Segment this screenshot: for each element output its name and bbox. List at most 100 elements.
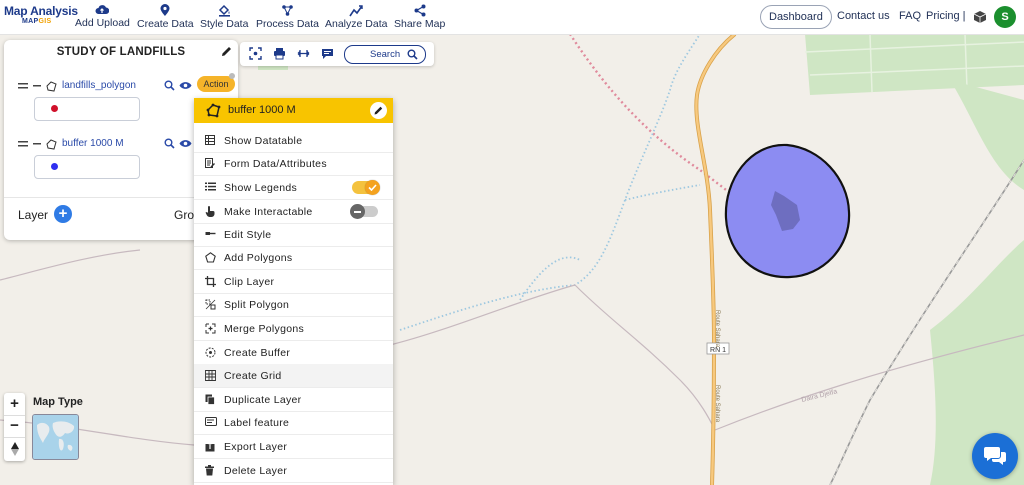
layer-context-menu: buffer 1000 M Show Datatable Form Data/A…	[194, 98, 393, 485]
zoom-control: + −	[4, 393, 25, 461]
nav-label: Analyze Data	[325, 18, 388, 30]
faq-link[interactable]: FAQ	[899, 10, 921, 22]
rename-layer-button[interactable]	[370, 102, 387, 119]
menu-item-label: Create Grid	[224, 370, 282, 382]
menu-item-label: Export Layer	[224, 441, 288, 453]
road-label: RN 1	[710, 347, 726, 354]
collapse-icon[interactable]	[33, 143, 41, 146]
grid-icon	[205, 370, 216, 381]
layer-name[interactable]: buffer 1000 M	[62, 138, 124, 149]
split-icon	[205, 299, 216, 310]
top-navbar: Map Analysis MAPGIS Add Upload Create Da…	[0, 0, 1024, 35]
zoom-out-button[interactable]: −	[4, 415, 25, 437]
menu-item-show-datatable[interactable]: Show Datatable	[194, 129, 393, 153]
buffer-icon	[205, 347, 216, 358]
map-type-label: Map Type	[33, 396, 83, 408]
menu-item-merge-polygons[interactable]: Merge Polygons	[194, 317, 393, 341]
make-interactable-toggle[interactable]	[350, 204, 378, 219]
table-icon	[205, 135, 215, 145]
list-icon	[205, 182, 216, 191]
nav-create-data[interactable]: Create Data	[137, 4, 194, 30]
chat-support-button[interactable]	[972, 433, 1018, 479]
menu-item-clip-layer[interactable]: Clip Layer	[194, 270, 393, 294]
menu-item-create-buffer[interactable]: Create Buffer	[194, 341, 393, 365]
merge-icon	[205, 323, 216, 334]
nav-style-data[interactable]: Style Data	[200, 4, 248, 30]
pricing-link[interactable]: Pricing |	[926, 10, 966, 22]
minus-icon	[354, 210, 361, 213]
collapse-icon[interactable]	[33, 85, 41, 88]
menu-item-add-polygons[interactable]: Add Polygons	[194, 246, 393, 270]
toggle-knob	[365, 180, 380, 195]
print-icon[interactable]	[273, 47, 286, 60]
measure-icon[interactable]	[297, 47, 310, 60]
edit-pencil-icon[interactable]	[220, 45, 233, 58]
menu-item-label: Split Polygon	[224, 299, 290, 311]
nav-label: Add Upload	[75, 17, 130, 29]
cube-icon[interactable]	[973, 10, 987, 24]
polygon-icon	[46, 139, 57, 150]
search-input[interactable]: Search	[344, 45, 426, 64]
panel-title: STUDY OF LANDFILLS	[56, 46, 186, 58]
menu-item-delete-layer[interactable]: Delete Layer	[194, 459, 393, 483]
menu-item-label-feature[interactable]: Label feature	[194, 411, 393, 435]
road-vertical-label: Route Sahara	[714, 310, 720, 348]
menu-item-export-layer[interactable]: Export Layer	[194, 435, 393, 459]
color-dot	[51, 163, 58, 170]
contact-link[interactable]: Contact us	[837, 10, 890, 22]
menu-item-create-grid[interactable]: Create Grid	[194, 364, 393, 388]
nav-add-upload[interactable]: Add Upload	[75, 4, 130, 29]
visibility-eye-icon[interactable]	[179, 139, 192, 148]
avatar[interactable]: S	[994, 6, 1016, 28]
logo-subtitle: MAPGIS	[22, 18, 52, 25]
menu-item-label: Show Datatable	[224, 135, 303, 147]
app-logo[interactable]: Map Analysis MAPGIS	[4, 4, 78, 25]
menu-item-label: Show Legends	[224, 182, 298, 194]
compass-icon	[10, 442, 19, 456]
pentagon-icon	[205, 252, 216, 263]
menu-header: buffer 1000 M	[194, 98, 393, 123]
crop-icon	[205, 276, 216, 287]
share-icon	[414, 4, 426, 17]
layer-color-swatch[interactable]	[34, 155, 140, 179]
menu-item-make-interactable[interactable]: Make Interactable	[194, 200, 393, 224]
menu-item-split-polygon[interactable]: Split Polygon	[194, 293, 393, 317]
nav-process-data[interactable]: Process Data	[256, 4, 319, 30]
nav-share-map[interactable]: Share Map	[394, 4, 445, 30]
menu-item-edit-style[interactable]: Edit Style	[194, 223, 393, 247]
layer-color-swatch[interactable]	[34, 97, 140, 121]
map-toolbar: Search	[240, 42, 434, 66]
copy-icon	[205, 394, 215, 405]
menu-item-label: Delete Layer	[224, 465, 288, 477]
trash-icon	[205, 465, 214, 476]
menu-header-title: buffer 1000 M	[228, 104, 296, 116]
zoom-to-layer-icon[interactable]	[164, 80, 175, 91]
polygon-icon	[206, 103, 221, 118]
compass-button[interactable]	[4, 438, 25, 460]
map-type-thumbnail[interactable]	[32, 414, 79, 460]
add-layer-button[interactable]: +	[54, 205, 72, 223]
menu-item-label: Form Data/Attributes	[224, 158, 327, 170]
menu-item-show-legends[interactable]: Show Legends	[194, 176, 393, 200]
comment-icon[interactable]	[321, 47, 334, 60]
dashboard-button[interactable]: Dashboard	[760, 5, 832, 29]
nav-label: Create Data	[137, 18, 194, 30]
drag-handle-icon[interactable]	[18, 82, 28, 90]
menu-item-duplicate-layer[interactable]: Duplicate Layer	[194, 388, 393, 412]
paint-bucket-icon	[218, 4, 230, 17]
drag-handle-icon[interactable]	[18, 140, 28, 148]
menu-item-label: Merge Polygons	[224, 323, 305, 335]
zoom-to-layer-icon[interactable]	[164, 138, 175, 149]
nav-analyze-data[interactable]: Analyze Data	[325, 4, 387, 30]
form-icon	[205, 158, 215, 168]
layer-name[interactable]: landfills_polygon	[62, 80, 136, 91]
visibility-eye-icon[interactable]	[179, 81, 192, 90]
zoom-in-button[interactable]: +	[4, 393, 25, 415]
menu-item-form-data[interactable]: Form Data/Attributes	[194, 152, 393, 176]
fit-bounds-icon[interactable]	[249, 47, 262, 60]
label-icon	[205, 417, 217, 426]
menu-item-label: Edit Style	[224, 229, 272, 241]
nav-label: Style Data	[200, 18, 249, 30]
show-legends-toggle[interactable]	[352, 180, 380, 195]
logo-title: Map Analysis	[4, 4, 78, 18]
